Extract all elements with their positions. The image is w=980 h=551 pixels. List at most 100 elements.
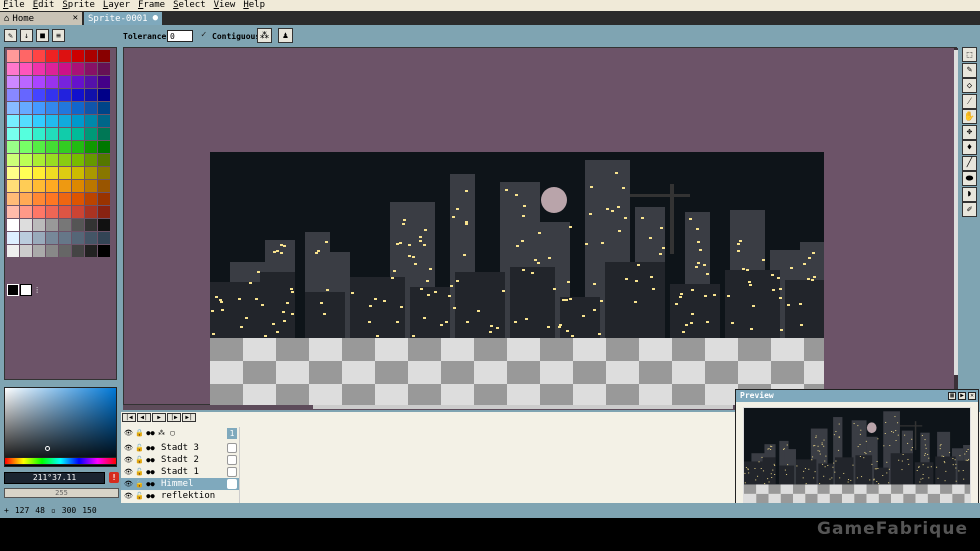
palette-swatch[interactable] [59, 102, 71, 114]
palette-swatch[interactable] [20, 76, 32, 88]
menu-frame[interactable]: Frame [138, 0, 165, 11]
palette-swatch[interactable] [20, 128, 32, 140]
color-spectrum[interactable] [4, 387, 117, 467]
palette-swatch[interactable] [98, 128, 110, 140]
palette-swatch[interactable] [85, 50, 97, 62]
palette-swatch[interactable] [72, 193, 84, 205]
layer-row[interactable]: 👁 🔓 ●● Stadt 2 [121, 454, 239, 466]
palette-swatch[interactable] [33, 167, 45, 179]
palette-swatch[interactable] [59, 232, 71, 244]
palette-swatch[interactable] [85, 115, 97, 127]
palette-swatch[interactable] [46, 180, 58, 192]
palette-swatch[interactable] [59, 50, 71, 62]
continuous-header-icon[interactable]: ●● [146, 429, 155, 437]
palette-swatch[interactable] [72, 167, 84, 179]
palette-swatch[interactable] [46, 63, 58, 75]
last-frame-icon[interactable]: ▶| [182, 413, 196, 422]
palette-swatch[interactable] [7, 232, 19, 244]
palette-swatch[interactable] [33, 206, 45, 218]
link-icon[interactable]: ●● [146, 480, 155, 488]
palette-swatch[interactable] [7, 245, 19, 257]
palette-swatch[interactable] [98, 141, 110, 153]
next-frame-icon[interactable]: |▶ [167, 413, 181, 422]
background-color[interactable] [20, 284, 32, 296]
vertical-scroll-thumb[interactable] [954, 50, 958, 375]
palette-swatch[interactable] [98, 50, 110, 62]
cel[interactable] [227, 455, 237, 465]
line-icon[interactable]: ╱ [962, 155, 977, 171]
lock-header-icon[interactable]: 🔒 [135, 429, 144, 437]
palette-swatch[interactable] [7, 180, 19, 192]
palette-swatch[interactable] [7, 115, 19, 127]
palette-swatch[interactable] [7, 193, 19, 205]
palette-swatch[interactable] [98, 245, 110, 257]
preview-play-icon[interactable]: ▶ [958, 392, 966, 400]
palette-swatch[interactable] [33, 193, 45, 205]
palette-swatch[interactable] [85, 180, 97, 192]
layer-row[interactable]: 👁 🔓 ●● Stadt 1 [121, 466, 239, 478]
palette-swatch[interactable] [85, 219, 97, 231]
blur-icon[interactable]: ✐ [962, 202, 977, 217]
palette-swatch[interactable] [33, 102, 45, 114]
palette-sort-icon[interactable]: ↓ [20, 29, 33, 42]
menu-sprite[interactable]: Sprite [62, 0, 95, 11]
palette-swatch[interactable] [46, 141, 58, 153]
palette-swatch[interactable] [7, 141, 19, 153]
palette-swatch[interactable] [98, 167, 110, 179]
palette-presets-icon[interactable]: ■ [36, 29, 49, 42]
lock-icon[interactable]: 🔓 [135, 480, 144, 488]
palette-swatch[interactable] [59, 89, 71, 101]
palette-swatch[interactable] [72, 115, 84, 127]
menu-help[interactable]: Help [243, 0, 265, 11]
palette-swatch[interactable] [20, 206, 32, 218]
palette-swatch[interactable] [33, 76, 45, 88]
palette-swatch[interactable] [20, 102, 32, 114]
palette-swatch[interactable] [59, 63, 71, 75]
palette-swatch[interactable] [33, 63, 45, 75]
palette-swatch[interactable] [20, 115, 32, 127]
link-icon[interactable]: ●● [146, 492, 155, 500]
palette-swatch[interactable] [72, 141, 84, 153]
palette-swatch[interactable] [85, 128, 97, 140]
sprite-editor[interactable] [123, 47, 957, 405]
palette-swatch[interactable] [20, 232, 32, 244]
palette-swatch[interactable] [46, 89, 58, 101]
palette-swatch[interactable] [85, 63, 97, 75]
palette-swatch[interactable] [33, 180, 45, 192]
palette-swatch[interactable] [72, 206, 84, 218]
palette-swatch[interactable] [85, 232, 97, 244]
previous-frame-icon[interactable]: ◀| [137, 413, 151, 422]
palette-swatch[interactable] [20, 167, 32, 179]
palette-swatch[interactable] [59, 115, 71, 127]
layer-row[interactable]: 👁 🔓 ●● reflektion [121, 490, 239, 502]
palette-swatch[interactable] [7, 219, 19, 231]
palette-swatch[interactable] [33, 232, 45, 244]
palette-swatch[interactable] [33, 245, 45, 257]
palette-swatch[interactable] [7, 63, 19, 75]
palette-swatch[interactable] [7, 102, 19, 114]
marquee-icon[interactable]: ⬚ [962, 47, 977, 62]
paint-bucket-icon[interactable]: ♦ [962, 140, 977, 155]
cel-selected[interactable] [227, 479, 237, 489]
first-frame-icon[interactable]: |◀ [122, 413, 136, 422]
link-icon[interactable]: ●● [146, 444, 155, 452]
modified-dot-icon[interactable]: ● [153, 13, 158, 23]
palette-swatch[interactable] [72, 232, 84, 244]
menu-file[interactable]: File [3, 0, 25, 11]
contour-icon[interactable]: ◗ [962, 186, 977, 202]
sprite-canvas[interactable] [210, 152, 824, 405]
palette-swatch[interactable] [7, 50, 19, 62]
lock-icon[interactable]: 🔓 [135, 456, 144, 464]
palette-swatch[interactable] [20, 89, 32, 101]
palette-swatch[interactable] [59, 219, 71, 231]
onion-skin-icon[interactable]: ⁂ [157, 429, 166, 437]
palette-swatch[interactable] [59, 193, 71, 205]
link-icon[interactable]: ●● [146, 468, 155, 476]
frame-tag-icon[interactable]: ▢ [168, 429, 177, 437]
foreground-color[interactable] [7, 284, 19, 296]
palette-swatch[interactable] [72, 63, 84, 75]
palette-swatch[interactable] [7, 76, 19, 88]
palette-swatch[interactable] [72, 76, 84, 88]
close-icon[interactable]: ✕ [968, 392, 976, 400]
palette-swatch[interactable] [20, 154, 32, 166]
